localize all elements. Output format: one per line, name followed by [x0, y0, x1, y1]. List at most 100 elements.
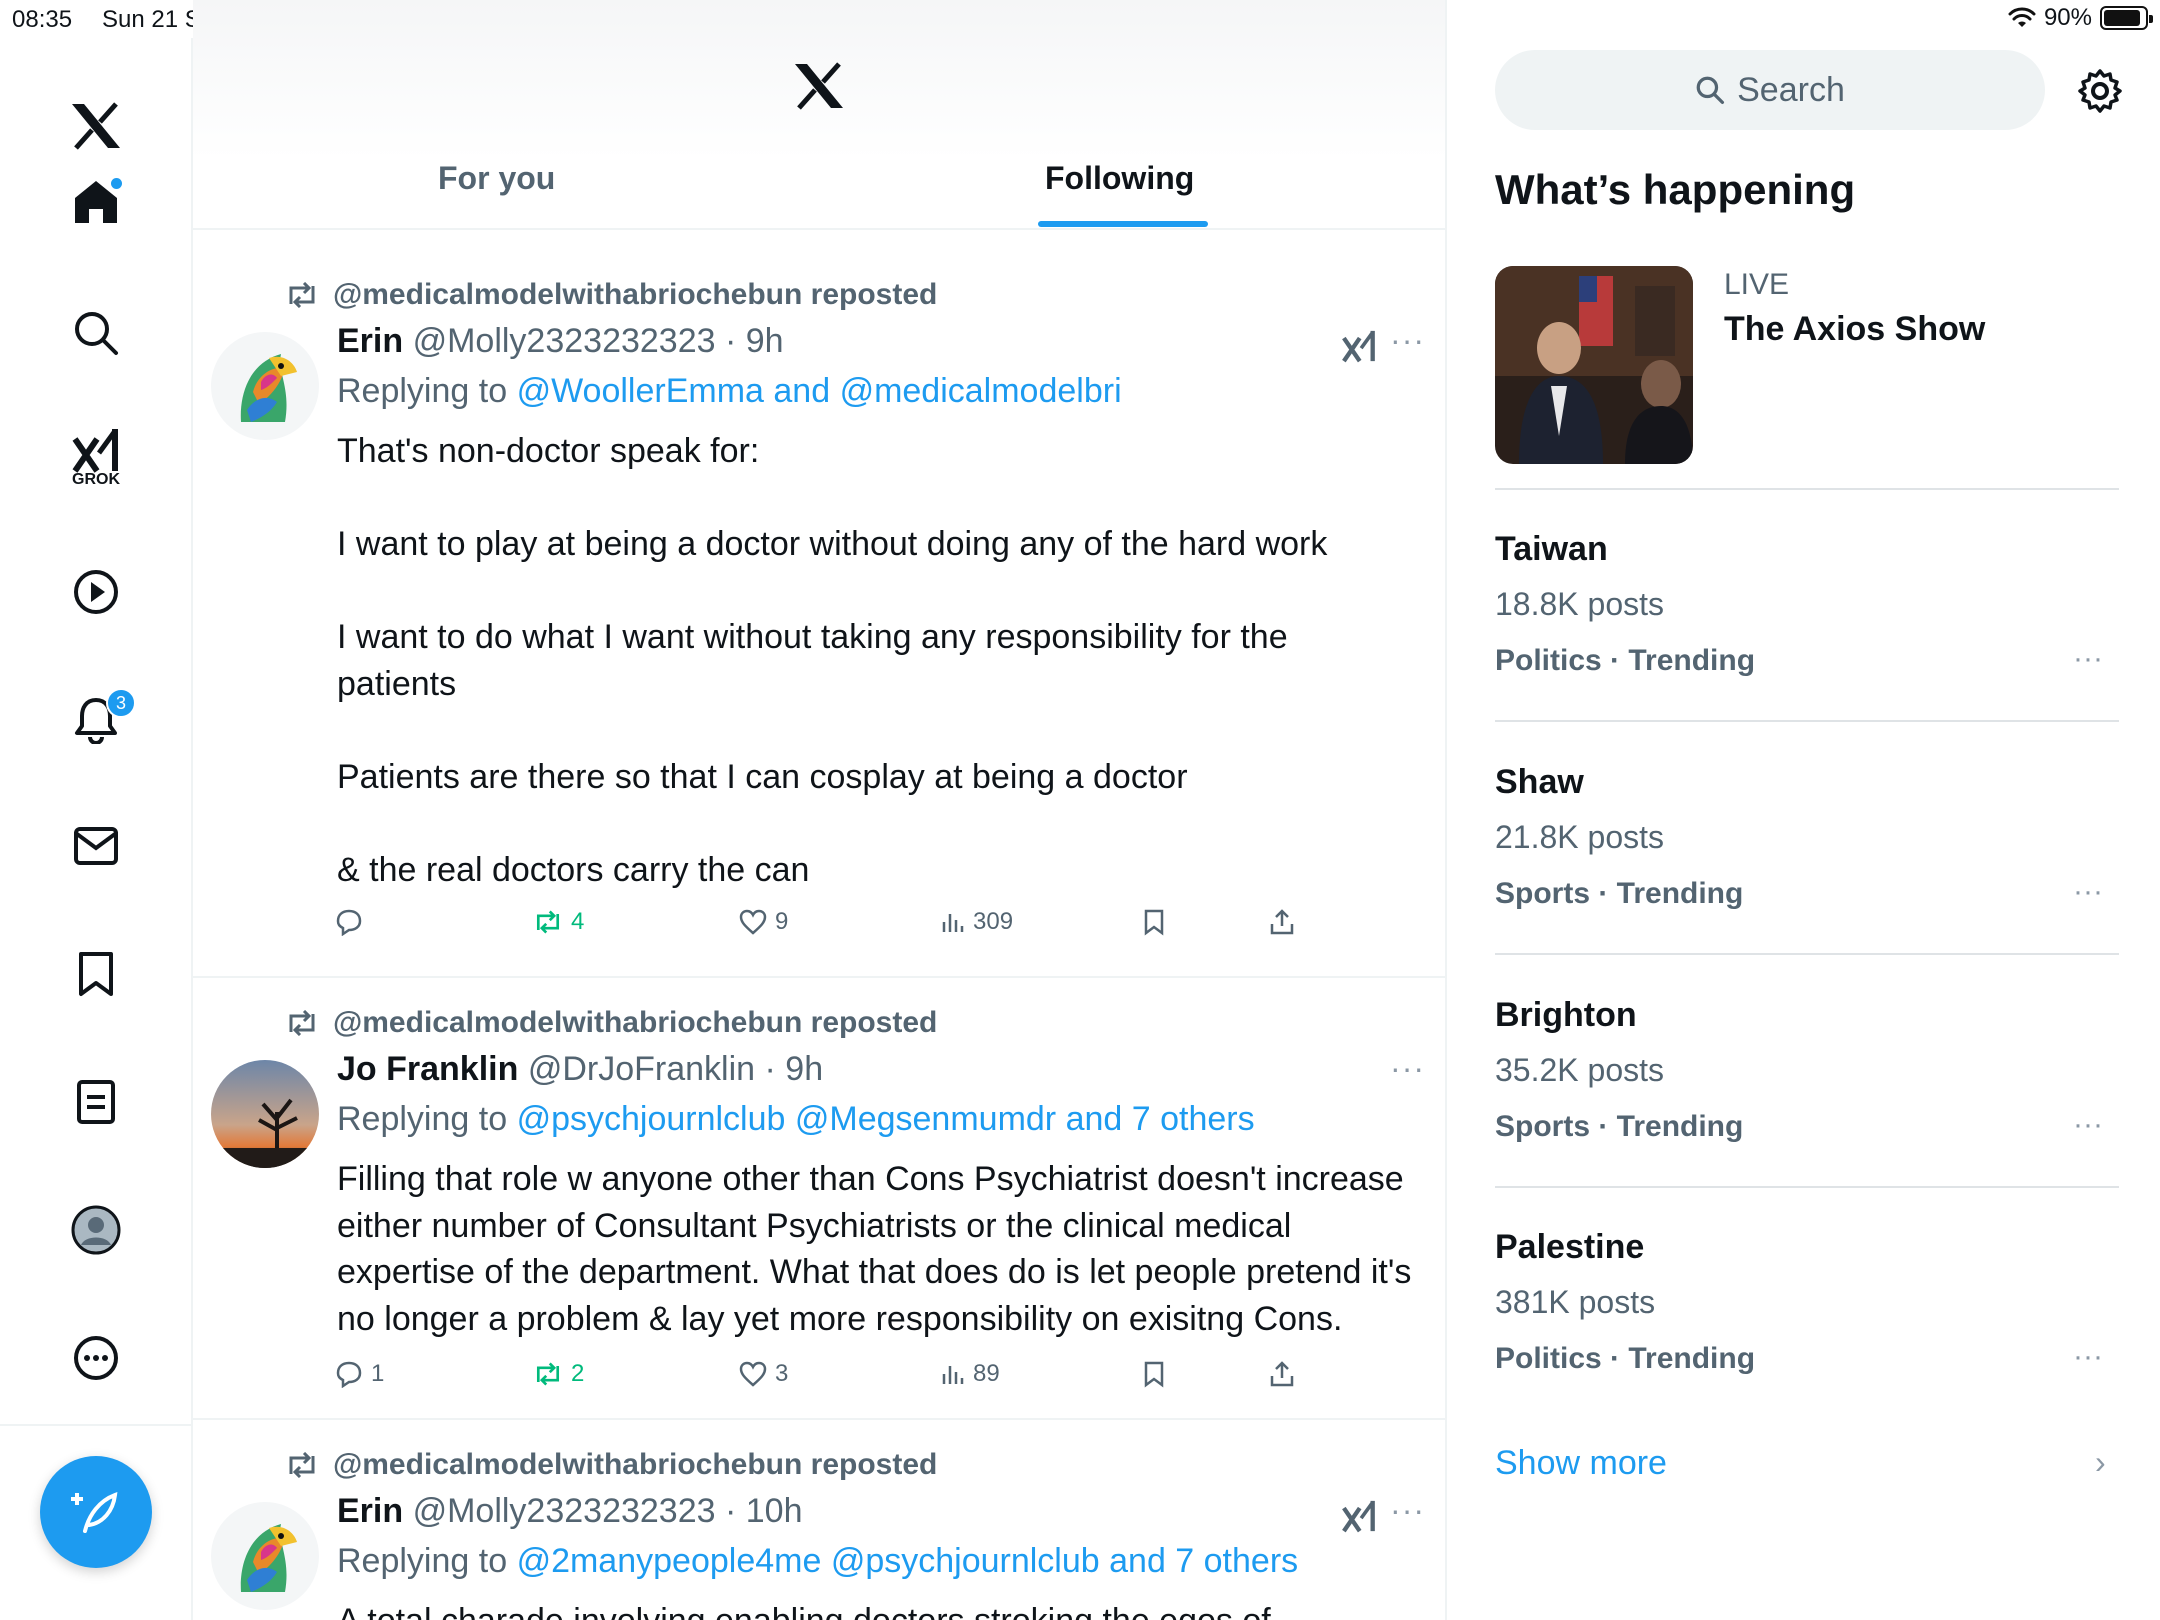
nav-notifications[interactable]: 3	[56, 680, 136, 760]
author-handle[interactable]: @Molly2323232323	[413, 322, 716, 360]
main-timeline: For you Following @medicalmodelwithabrio…	[193, 0, 1447, 1620]
avatar[interactable]	[211, 1060, 319, 1168]
trend-more-icon[interactable]: ···	[2073, 875, 2103, 909]
like-button[interactable]: 9	[739, 908, 788, 936]
trend-item[interactable]: Brighton 35.2K posts Sports · Trending ·…	[1495, 996, 2119, 1228]
compose-feather-icon	[71, 1491, 118, 1533]
tweet[interactable]: @medicalmodelwithabriochebun reposted Jo…	[193, 980, 1445, 1420]
nav-grok[interactable]: GROK	[56, 418, 136, 498]
repost-button[interactable]: 4	[533, 908, 584, 936]
avatar[interactable]	[211, 1502, 319, 1610]
repost-label: @medicalmodelwithabriochebun reposted	[333, 278, 938, 311]
author-name[interactable]: Erin	[337, 322, 403, 360]
nav-video[interactable]	[56, 552, 136, 632]
trend-more-icon[interactable]: ···	[2073, 1340, 2103, 1374]
tweet-text: That's non-doctor speak for: I want to p…	[337, 432, 1328, 889]
author-name[interactable]: Jo Franklin	[337, 1050, 518, 1088]
trend-more-icon[interactable]: ···	[2073, 1108, 2103, 1142]
tweet-text: A total charade involving enabling docto…	[337, 1598, 1407, 1620]
trend-category: Sports · Trending	[1495, 1110, 1744, 1143]
mail-icon	[74, 827, 118, 865]
replying-mentions[interactable]: @WoollerEmma and @medicalmodelbri	[517, 372, 1122, 410]
share-button[interactable]	[1269, 908, 1295, 936]
status-time: 08:35	[12, 6, 73, 33]
tweet[interactable]: @medicalmodelwithabriochebun reposted Er…	[193, 1422, 1445, 1620]
divider	[1495, 488, 2119, 490]
tweet-more-icon[interactable]: ···	[1390, 1492, 1425, 1529]
author-handle[interactable]: @DrJoFranklin	[528, 1050, 755, 1088]
tweet-more-icon[interactable]: ···	[1390, 322, 1425, 359]
trend-name: Shaw	[1495, 763, 1584, 801]
reply-icon	[336, 1361, 362, 1388]
bookmark-button[interactable]	[1143, 1360, 1165, 1388]
tab-following[interactable]: Following	[1045, 160, 1194, 197]
tweet-author: Erin @Molly2323232323 · 10h	[337, 1492, 802, 1531]
share-button[interactable]	[1269, 1360, 1295, 1388]
notifications-badge: 3	[106, 688, 136, 718]
like-button[interactable]: 3	[739, 1360, 788, 1388]
compose-post-button[interactable]	[40, 1456, 152, 1568]
trend-category: Politics · Trending	[1495, 1342, 1756, 1375]
trend-more-icon[interactable]: ···	[2073, 642, 2103, 676]
list-icon	[77, 1080, 115, 1124]
x-logo-icon[interactable]	[56, 86, 136, 166]
avatar[interactable]	[211, 332, 319, 440]
trend-name: Brighton	[1495, 996, 1637, 1034]
nav-divider	[0, 1424, 193, 1426]
show-more-link[interactable]: Show more	[1495, 1444, 1667, 1483]
author-name[interactable]: Erin	[337, 1492, 403, 1530]
share-icon	[1270, 909, 1294, 935]
settings-gear-icon[interactable]	[2077, 68, 2123, 114]
author-handle[interactable]: @Molly2323232323	[413, 1492, 716, 1530]
live-title[interactable]: The Axios Show	[1724, 310, 1985, 349]
grok-explain-icon[interactable]	[1341, 1498, 1377, 1534]
repost-icon	[289, 1010, 315, 1036]
tab-for-you[interactable]: For you	[438, 160, 555, 197]
trend-item[interactable]: Taiwan 18.8K posts Politics · Trending ·…	[1495, 530, 2119, 762]
nav-profile[interactable]	[56, 1190, 136, 1270]
trend-category: Politics · Trending	[1495, 644, 1756, 677]
tweet-actions: 4 9 309	[335, 908, 1335, 948]
whats-happening-title: What’s happening	[1495, 166, 1856, 213]
like-count: 9	[775, 908, 789, 935]
trend-item[interactable]: Shaw 21.8K posts Sports · Trending ···	[1495, 763, 2119, 995]
repost-icon	[289, 1452, 315, 1478]
live-label: LIVE	[1724, 268, 1790, 301]
bookmark-button[interactable]	[1143, 908, 1165, 936]
replying-to: Replying to @WoollerEmma and @medicalmod…	[337, 372, 1122, 411]
heart-icon	[739, 909, 767, 935]
replying-mentions[interactable]: @psychjournlclub @Megsenmumdr and 7 othe…	[517, 1100, 1255, 1138]
repost-label: @medicalmodelwithabriochebun reposted	[333, 1448, 938, 1481]
repost-icon	[289, 282, 315, 308]
bookmark-icon	[1144, 909, 1164, 936]
live-thumbnail[interactable]	[1495, 266, 1693, 464]
heart-icon	[739, 1361, 767, 1387]
reply-button[interactable]: 1	[335, 1360, 384, 1388]
home-unread-dot	[111, 178, 122, 189]
nav-lists[interactable]	[56, 1062, 136, 1142]
trend-name: Taiwan	[1495, 530, 1608, 568]
tweet-time: · 9h	[764, 1050, 824, 1088]
replying-mentions[interactable]: @2manypeople4me @psychjournlclub and 7 o…	[517, 1542, 1299, 1580]
nav-explore[interactable]	[56, 293, 136, 373]
views-button[interactable]: 89	[941, 1360, 1000, 1388]
grok-explain-icon[interactable]	[1341, 328, 1377, 364]
reply-count: 1	[371, 1360, 385, 1387]
tweet-author: Erin @Molly2323232323 · 9h	[337, 322, 784, 361]
views-chart-icon	[942, 1366, 964, 1384]
nav-bookmarks[interactable]	[56, 934, 136, 1014]
tweet[interactable]: @medicalmodelwithabriochebun reposted Er…	[193, 248, 1445, 978]
repost-button[interactable]: 2	[533, 1360, 584, 1388]
search-input[interactable]: Search	[1495, 50, 2045, 130]
tweet-more-icon[interactable]: ···	[1390, 1050, 1425, 1087]
nav-more[interactable]	[56, 1318, 136, 1398]
tweet-text: Filling that role w anyone other than Co…	[337, 1160, 1421, 1338]
views-button[interactable]: 309	[941, 908, 1013, 936]
repost-indicator: @medicalmodelwithabriochebun reposted	[285, 278, 937, 312]
nav-messages[interactable]	[56, 806, 136, 886]
more-circle-icon	[74, 1336, 118, 1380]
trend-item[interactable]: Palestine 381K posts Politics · Trending…	[1495, 1228, 2119, 1460]
nav-home[interactable]	[56, 162, 136, 242]
reply-button[interactable]	[335, 908, 371, 936]
repost-indicator: @medicalmodelwithabriochebun reposted	[285, 1448, 937, 1482]
